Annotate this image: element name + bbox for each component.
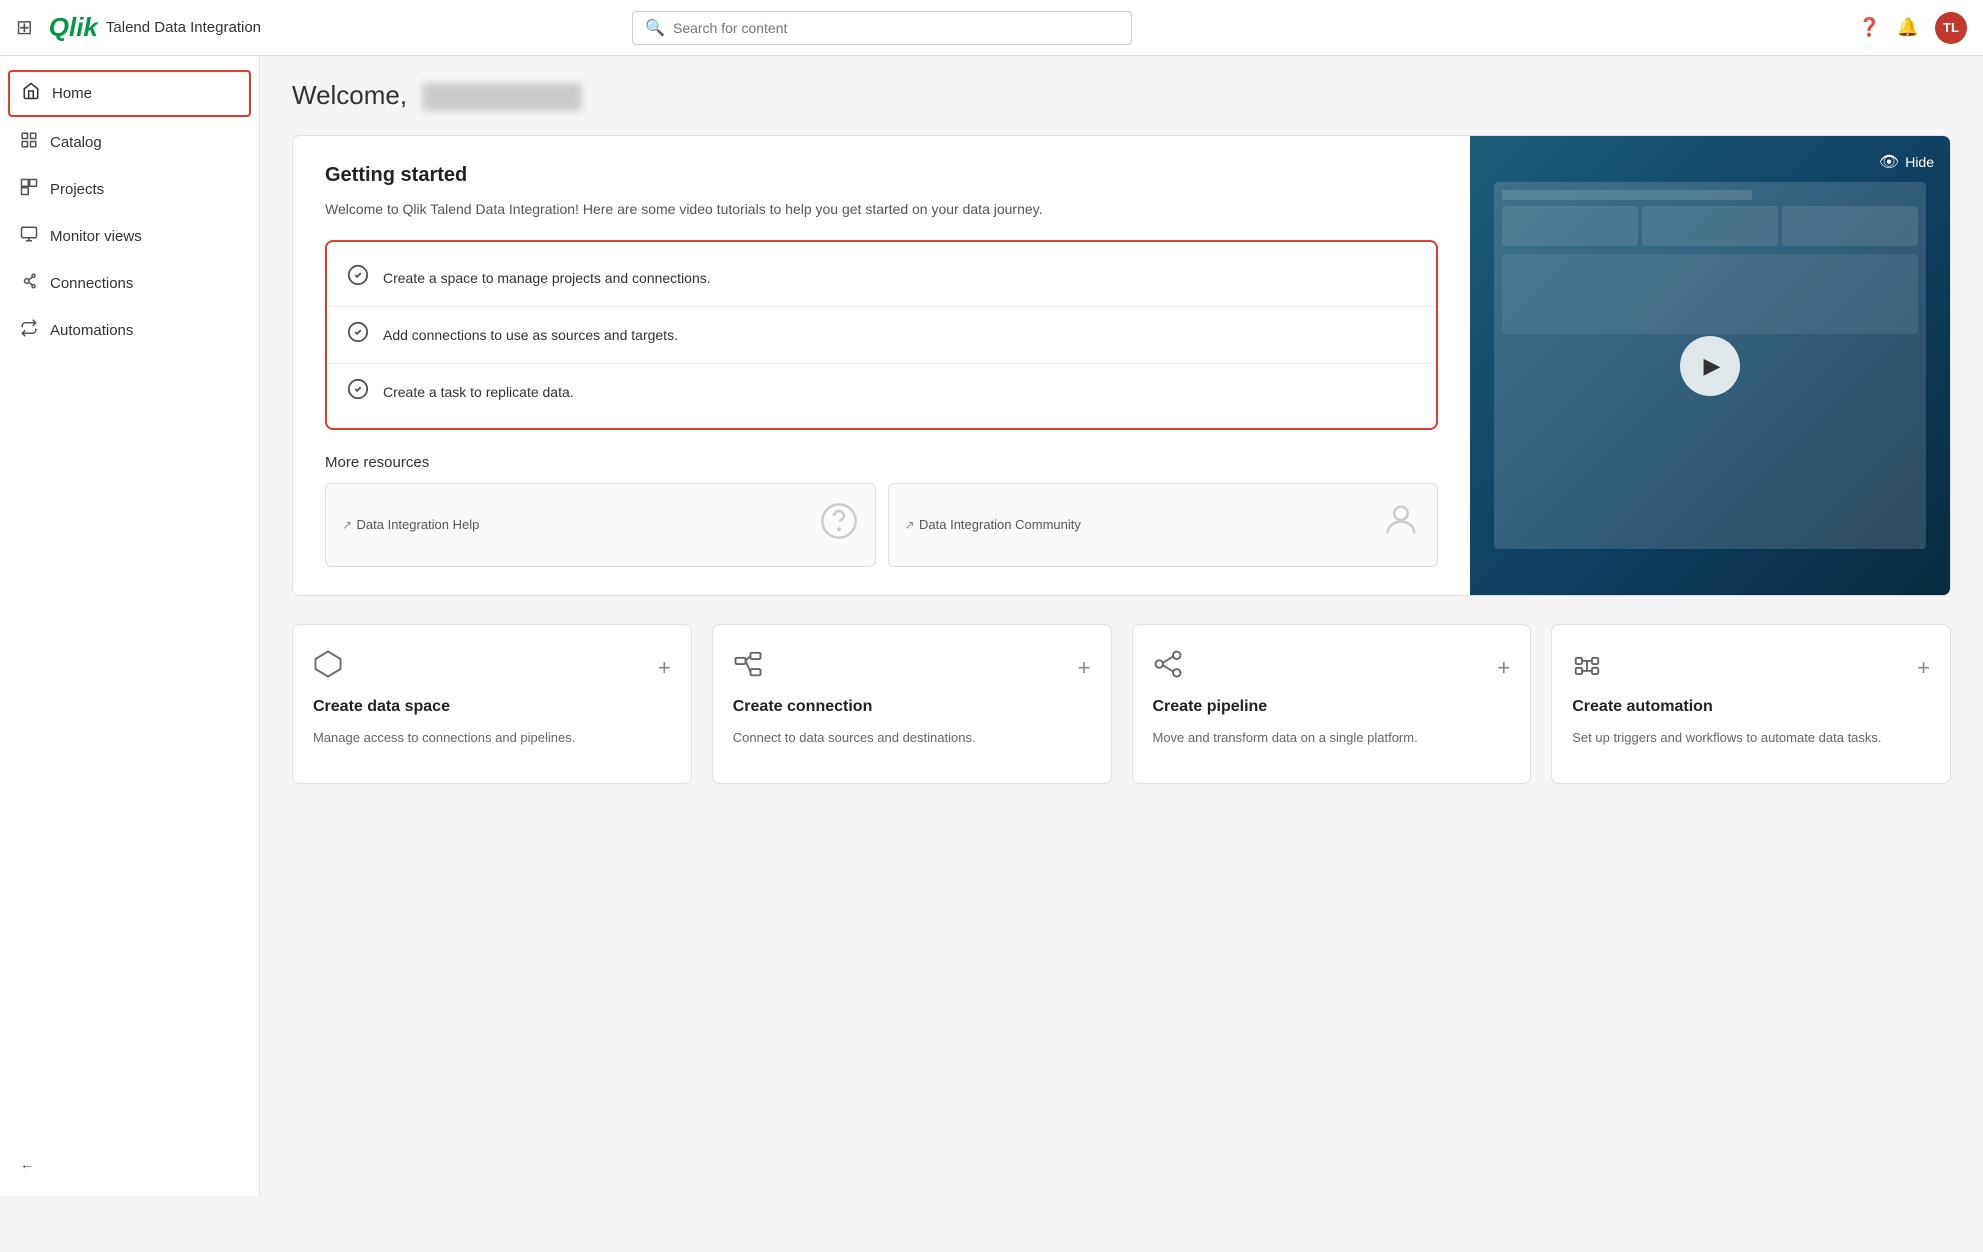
checklist: Create a space to manage projects and co… <box>325 240 1438 430</box>
resource-card-community[interactable]: ↗ Data Integration Community <box>888 483 1439 567</box>
projects-icon <box>20 178 38 201</box>
check-icon-0 <box>347 264 369 292</box>
checklist-item-0[interactable]: Create a space to manage projects and co… <box>327 250 1436 307</box>
getting-started-left: Getting started Welcome to Qlik Talend D… <box>293 136 1470 595</box>
quick-action-create-automation[interactable]: + Create automation Set up triggers and … <box>1551 624 1951 784</box>
qa-header-data-space: + <box>313 649 671 686</box>
qa-desc-data-space: Manage access to connections and pipelin… <box>313 728 671 748</box>
sidebar-item-monitor-views[interactable]: Monitor views <box>0 213 259 260</box>
sidebar-item-projects-label: Projects <box>50 181 104 198</box>
qa-title-automation: Create automation <box>1572 698 1930 716</box>
user-name-blurred <box>422 83 582 111</box>
data-space-icon <box>313 649 343 686</box>
connection-plus-icon: + <box>1078 655 1091 681</box>
sidebar-item-connections[interactable]: Connections <box>0 260 259 307</box>
sidebar-item-home-label: Home <box>52 85 92 102</box>
main-content: Welcome, Getting started Welcome to Qlik… <box>260 56 1983 1196</box>
sidebar-bottom: ← <box>0 1144 259 1184</box>
connection-icon <box>733 649 763 686</box>
external-link-icon-community: ↗ <box>905 518 915 532</box>
qa-title-connection: Create connection <box>733 698 1091 716</box>
qa-desc-pipeline: Move and transform data on a single plat… <box>1153 728 1511 748</box>
resource-cards: ↗ Data Integration Help ↗ Data Integr <box>325 483 1438 567</box>
video-panel: 👁 Hide <box>1470 136 1950 595</box>
video-thumbnail <box>1470 136 1950 595</box>
qa-title-pipeline: Create pipeline <box>1153 698 1511 716</box>
search-bar[interactable]: 🔍 <box>632 11 1132 45</box>
main-layout: Home Catalog Projects M <box>0 56 1983 1196</box>
getting-started-description: Welcome to Qlik Talend Data Integration!… <box>325 199 1438 220</box>
pipeline-plus-icon: + <box>1497 655 1510 681</box>
data-space-plus-icon: + <box>658 655 671 681</box>
automation-icon <box>1572 649 1602 686</box>
sidebar: Home Catalog Projects M <box>0 56 260 1196</box>
check-icon-1 <box>347 321 369 349</box>
topnav-right-section: ❓ 🔔 TL <box>1858 12 1967 44</box>
qa-header-connection: + <box>733 649 1091 686</box>
resource-card-help[interactable]: ↗ Data Integration Help <box>325 483 876 567</box>
video-screenshot <box>1494 182 1926 549</box>
help-icon[interactable]: ❓ <box>1858 17 1880 38</box>
checklist-item-2[interactable]: Create a task to replicate data. <box>327 364 1436 420</box>
home-icon <box>22 82 40 105</box>
quick-action-create-pipeline[interactable]: + Create pipeline Move and transform dat… <box>1132 624 1532 784</box>
qlik-logo: Qlik <box>49 12 98 43</box>
quick-actions: + Create data space Manage access to con… <box>292 624 1951 784</box>
getting-started-title: Getting started <box>325 164 1438 187</box>
checklist-item-2-text: Create a task to replicate data. <box>383 384 574 400</box>
search-icon: 🔍 <box>645 18 665 38</box>
welcome-heading: Welcome, <box>292 80 1951 111</box>
connections-icon <box>20 272 38 295</box>
checklist-item-1-text: Add connections to use as sources and ta… <box>383 327 678 343</box>
resource-help-label: Data Integration Help <box>357 517 480 532</box>
search-input[interactable] <box>673 20 1119 36</box>
resource-community-text: ↗ Data Integration Community <box>905 516 1081 534</box>
grid-icon[interactable]: ⊞ <box>16 15 33 40</box>
catalog-icon <box>20 131 38 154</box>
checklist-item-1[interactable]: Add connections to use as sources and ta… <box>327 307 1436 364</box>
automations-icon <box>20 319 38 342</box>
sidebar-item-home[interactable]: Home <box>8 70 251 117</box>
sidebar-item-automations[interactable]: Automations <box>0 307 259 354</box>
more-resources-title: More resources <box>325 454 1438 471</box>
top-navigation: ⊞ Qlik Talend Data Integration 🔍 ❓ 🔔 TL <box>0 0 1983 56</box>
resource-help-text: ↗ Data Integration Help <box>342 516 479 534</box>
resource-community-label: Data Integration Community <box>919 517 1081 532</box>
external-link-icon-help: ↗ <box>342 518 352 532</box>
collapse-icon: ← <box>20 1156 34 1172</box>
sidebar-item-projects[interactable]: Projects <box>0 166 259 213</box>
qa-header-pipeline: + <box>1153 649 1511 686</box>
qa-desc-connection: Connect to data sources and destinations… <box>733 728 1091 748</box>
video-play-button[interactable] <box>1680 336 1740 396</box>
qa-header-automation: + <box>1572 649 1930 686</box>
monitor-icon <box>20 225 38 248</box>
getting-started-card: Getting started Welcome to Qlik Talend D… <box>292 135 1951 596</box>
qa-desc-automation: Set up triggers and workflows to automat… <box>1572 728 1930 748</box>
app-name: Talend Data Integration <box>106 19 261 36</box>
sidebar-item-catalog-label: Catalog <box>50 134 102 151</box>
sidebar-collapse-button[interactable]: ← <box>20 1156 239 1172</box>
sidebar-item-automations-label: Automations <box>50 322 133 339</box>
notifications-icon[interactable]: 🔔 <box>1897 17 1919 38</box>
user-avatar[interactable]: TL <box>1935 12 1967 44</box>
automation-plus-icon: + <box>1917 655 1930 681</box>
pipeline-icon <box>1153 649 1183 686</box>
sidebar-item-connections-label: Connections <box>50 275 133 292</box>
welcome-text: Welcome, <box>292 80 407 110</box>
app-logo: Qlik Talend Data Integration <box>49 12 261 43</box>
sidebar-item-monitor-views-label: Monitor views <box>50 228 142 245</box>
help-resource-icon <box>819 501 859 550</box>
quick-action-create-data-space[interactable]: + Create data space Manage access to con… <box>292 624 692 784</box>
check-icon-2 <box>347 378 369 406</box>
community-resource-icon <box>1381 500 1421 550</box>
quick-action-create-connection[interactable]: + Create connection Connect to data sour… <box>712 624 1112 784</box>
checklist-item-0-text: Create a space to manage projects and co… <box>383 270 711 286</box>
qa-title-data-space: Create data space <box>313 698 671 716</box>
sidebar-item-catalog[interactable]: Catalog <box>0 119 259 166</box>
